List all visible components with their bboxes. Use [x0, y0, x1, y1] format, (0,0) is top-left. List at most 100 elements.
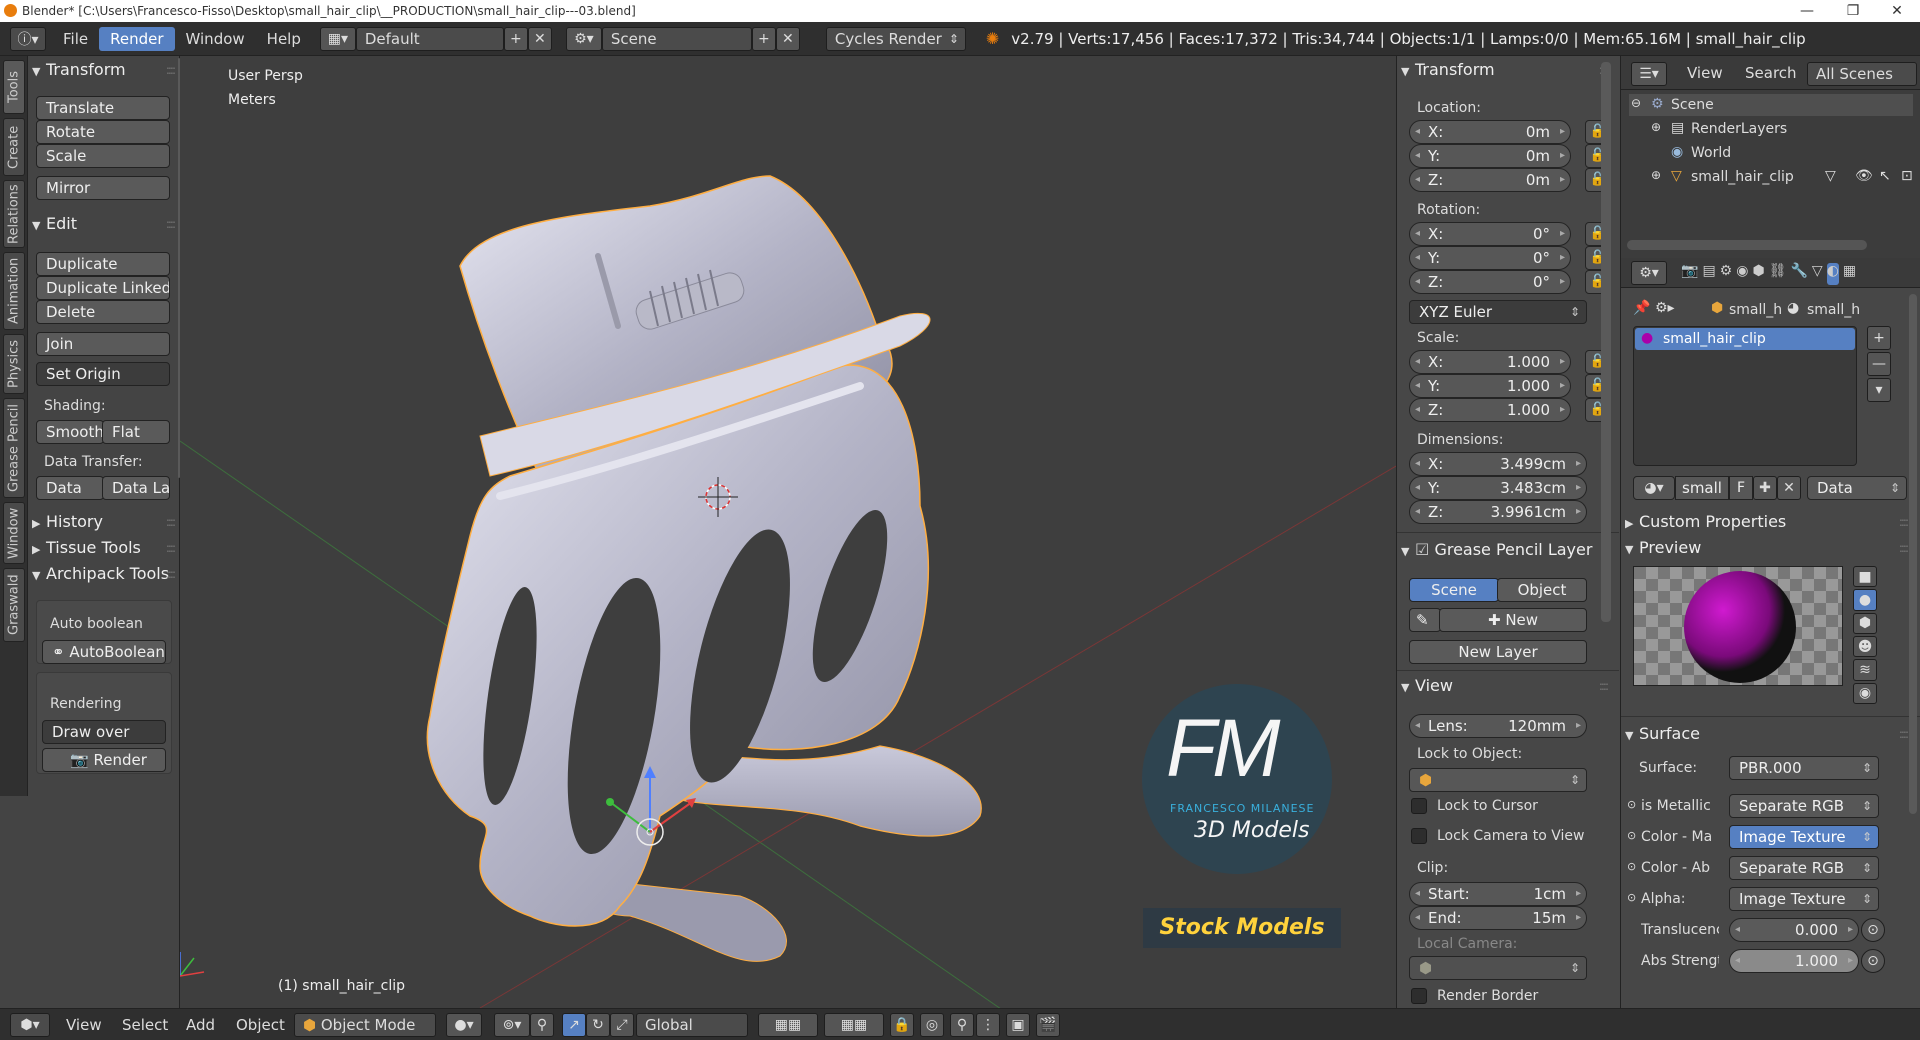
- autoboolean-button[interactable]: ⚭ AutoBoolean: [42, 640, 166, 664]
- archipack-panel-header[interactable]: ▼ Archipack Tools::::: [32, 562, 178, 586]
- new-material-button[interactable]: ✚: [1753, 476, 1777, 500]
- scene-field[interactable]: Scene: [601, 26, 752, 51]
- dimension-x-field[interactable]: X:3.499cm: [1409, 452, 1587, 476]
- cube-preview-icon[interactable]: ⬢: [1853, 612, 1877, 634]
- viewport-shading-icon[interactable]: ●▾: [446, 1013, 482, 1037]
- rotation-mode-dropdown[interactable]: XYZ Euler: [1409, 300, 1587, 324]
- socket-link-icon[interactable]: ⊙: [1861, 918, 1885, 942]
- rotation-z-field[interactable]: Z:0°: [1409, 270, 1571, 294]
- tab-animation[interactable]: Animation: [3, 252, 25, 330]
- layers-right-icon[interactable]: ▦▦: [824, 1013, 884, 1037]
- world-preview-icon[interactable]: ◉: [1853, 682, 1877, 704]
- draw-over-dropdown[interactable]: Draw over: [42, 720, 166, 744]
- socket-icon[interactable]: ⊙: [1627, 860, 1636, 873]
- scene-tab-icon[interactable]: ⚙: [1720, 263, 1733, 285]
- outliner-world[interactable]: World: [1691, 145, 1731, 161]
- clip-start-field[interactable]: Start:1cm: [1409, 882, 1587, 906]
- tab-tools[interactable]: Tools: [3, 60, 25, 114]
- eye-icon[interactable]: 👁: [1855, 168, 1873, 184]
- lock-layers-icon[interactable]: 🔒: [890, 1013, 914, 1037]
- color-ma-input[interactable]: Image Texture: [1729, 825, 1879, 849]
- remove-layout-button[interactable]: ✕: [527, 26, 552, 51]
- object-tab-icon[interactable]: ⬢: [1752, 263, 1764, 285]
- abs-strength-slider[interactable]: 1.000: [1729, 949, 1859, 973]
- maximize-button[interactable]: ❐: [1830, 0, 1876, 22]
- socket-link-icon[interactable]: ⊙: [1861, 949, 1885, 973]
- outliner-filter-dropdown[interactable]: All Scenes: [1807, 62, 1917, 86]
- lock-to-cursor-checkbox[interactable]: [1411, 798, 1427, 814]
- socket-icon[interactable]: ⊙: [1627, 798, 1636, 811]
- translate-manipulator-icon[interactable]: ↗: [562, 1013, 586, 1037]
- rotate-manipulator-icon[interactable]: ↻: [586, 1013, 610, 1037]
- tab-graswald[interactable]: Graswald: [3, 568, 25, 642]
- remove-scene-button[interactable]: ✕: [775, 26, 800, 51]
- menu-select[interactable]: Select: [122, 1016, 168, 1034]
- tab-physics[interactable]: Physics: [3, 334, 25, 394]
- translate-button[interactable]: Translate: [36, 96, 170, 120]
- manipulator-toggle-icon[interactable]: ⚲: [530, 1013, 554, 1037]
- transform-panel-header[interactable]: ▼ Transform::::: [32, 58, 178, 82]
- translucence-slider[interactable]: 0.000: [1729, 918, 1859, 942]
- outliner-view-menu[interactable]: View: [1687, 64, 1723, 82]
- location-y-field[interactable]: Y:0m: [1409, 144, 1571, 168]
- opengl-render-icon[interactable]: ▣: [1006, 1013, 1030, 1037]
- tab-create[interactable]: Create: [3, 118, 25, 176]
- editor-type-3dview-icon[interactable]: ⬢▾: [10, 1013, 50, 1037]
- grease-pencil-layer-header[interactable]: ▼ ☑ Grease Pencil Layer: [1401, 538, 1611, 562]
- scene-icon[interactable]: ⚙▾: [565, 26, 602, 51]
- preview-header[interactable]: ▼ Preview::::: [1625, 536, 1911, 560]
- lock-camera-checkbox[interactable]: [1411, 828, 1427, 844]
- outliner-scrollbar[interactable]: [1627, 240, 1867, 250]
- location-z-field[interactable]: Z:0m: [1409, 168, 1571, 192]
- tab-window[interactable]: Window: [3, 502, 25, 564]
- monkey-preview-icon[interactable]: ☻: [1853, 635, 1877, 658]
- layout-field[interactable]: Default: [355, 26, 504, 51]
- rotate-button[interactable]: Rotate: [36, 120, 170, 144]
- minimize-button[interactable]: —: [1784, 0, 1830, 22]
- sphere-preview-icon[interactable]: ●: [1853, 589, 1877, 611]
- remove-slot-button[interactable]: —: [1867, 352, 1891, 376]
- breadcrumb-material[interactable]: small_h: [1807, 302, 1860, 318]
- join-button[interactable]: Join: [36, 332, 170, 356]
- world-tab-icon[interactable]: ◉: [1736, 263, 1748, 285]
- tab-relations[interactable]: Relations: [3, 180, 25, 248]
- material-browse-button[interactable]: ◕▾: [1633, 476, 1675, 500]
- grease-scene-button[interactable]: Scene: [1409, 578, 1499, 602]
- add-layout-button[interactable]: +: [503, 26, 528, 51]
- tissue-tools-panel-header[interactable]: ▶ Tissue Tools::::: [32, 536, 178, 560]
- outliner-editor-icon[interactable]: ☰▾: [1631, 62, 1667, 86]
- local-camera-field[interactable]: ⬢: [1409, 956, 1587, 980]
- socket-icon[interactable]: ⊙: [1627, 829, 1636, 842]
- menu-add[interactable]: Add: [186, 1016, 215, 1034]
- custom-properties-header[interactable]: ▶ Custom Properties::::: [1625, 510, 1911, 534]
- edit-panel-header[interactable]: ▼ Edit::::: [32, 212, 178, 236]
- history-panel-header[interactable]: ▶ History::::: [32, 510, 178, 534]
- hair-preview-icon[interactable]: ≋: [1853, 659, 1877, 681]
- menu-view[interactable]: View: [66, 1016, 102, 1034]
- slot-menu-button[interactable]: ▾: [1867, 378, 1891, 402]
- npanel-scrollbar[interactable]: [1601, 62, 1611, 622]
- menu-render[interactable]: Render: [99, 26, 175, 51]
- link-data-dropdown[interactable]: Data: [1807, 476, 1907, 500]
- view-panel-header[interactable]: ▼ View::::: [1401, 674, 1611, 698]
- lock-object-field[interactable]: ⬢: [1409, 768, 1587, 792]
- close-button[interactable]: ✕: [1874, 0, 1920, 22]
- mirror-button[interactable]: Mirror: [36, 176, 170, 200]
- is-metallic-input[interactable]: Separate RGB: [1729, 794, 1879, 818]
- 3d-viewport[interactable]: User Persp Meters (1) small_hair_clip FM…: [180, 56, 1396, 1008]
- data-layout-button[interactable]: Data La: [102, 476, 170, 500]
- set-origin-dropdown[interactable]: Set Origin: [36, 362, 170, 386]
- orientation-dropdown[interactable]: Global: [636, 1013, 748, 1037]
- add-scene-button[interactable]: +: [751, 26, 776, 51]
- layers-left-icon[interactable]: ▦▦: [758, 1013, 818, 1037]
- mode-dropdown[interactable]: ⬢ Object Mode: [294, 1013, 436, 1037]
- tab-grease-pencil[interactable]: Grease Pencil: [3, 398, 25, 498]
- outliner-scene[interactable]: Scene: [1671, 97, 1714, 113]
- color-ab-input[interactable]: Separate RGB: [1729, 856, 1879, 880]
- pin-icon[interactable]: 📌: [1633, 300, 1650, 316]
- properties-scrollbar[interactable]: [1909, 294, 1917, 814]
- camera-icon[interactable]: ⊡: [1901, 168, 1913, 184]
- check-icon[interactable]: ☑: [1415, 540, 1434, 559]
- menu-window[interactable]: Window: [175, 27, 256, 51]
- collapse-icon[interactable]: ⊖: [1631, 96, 1641, 110]
